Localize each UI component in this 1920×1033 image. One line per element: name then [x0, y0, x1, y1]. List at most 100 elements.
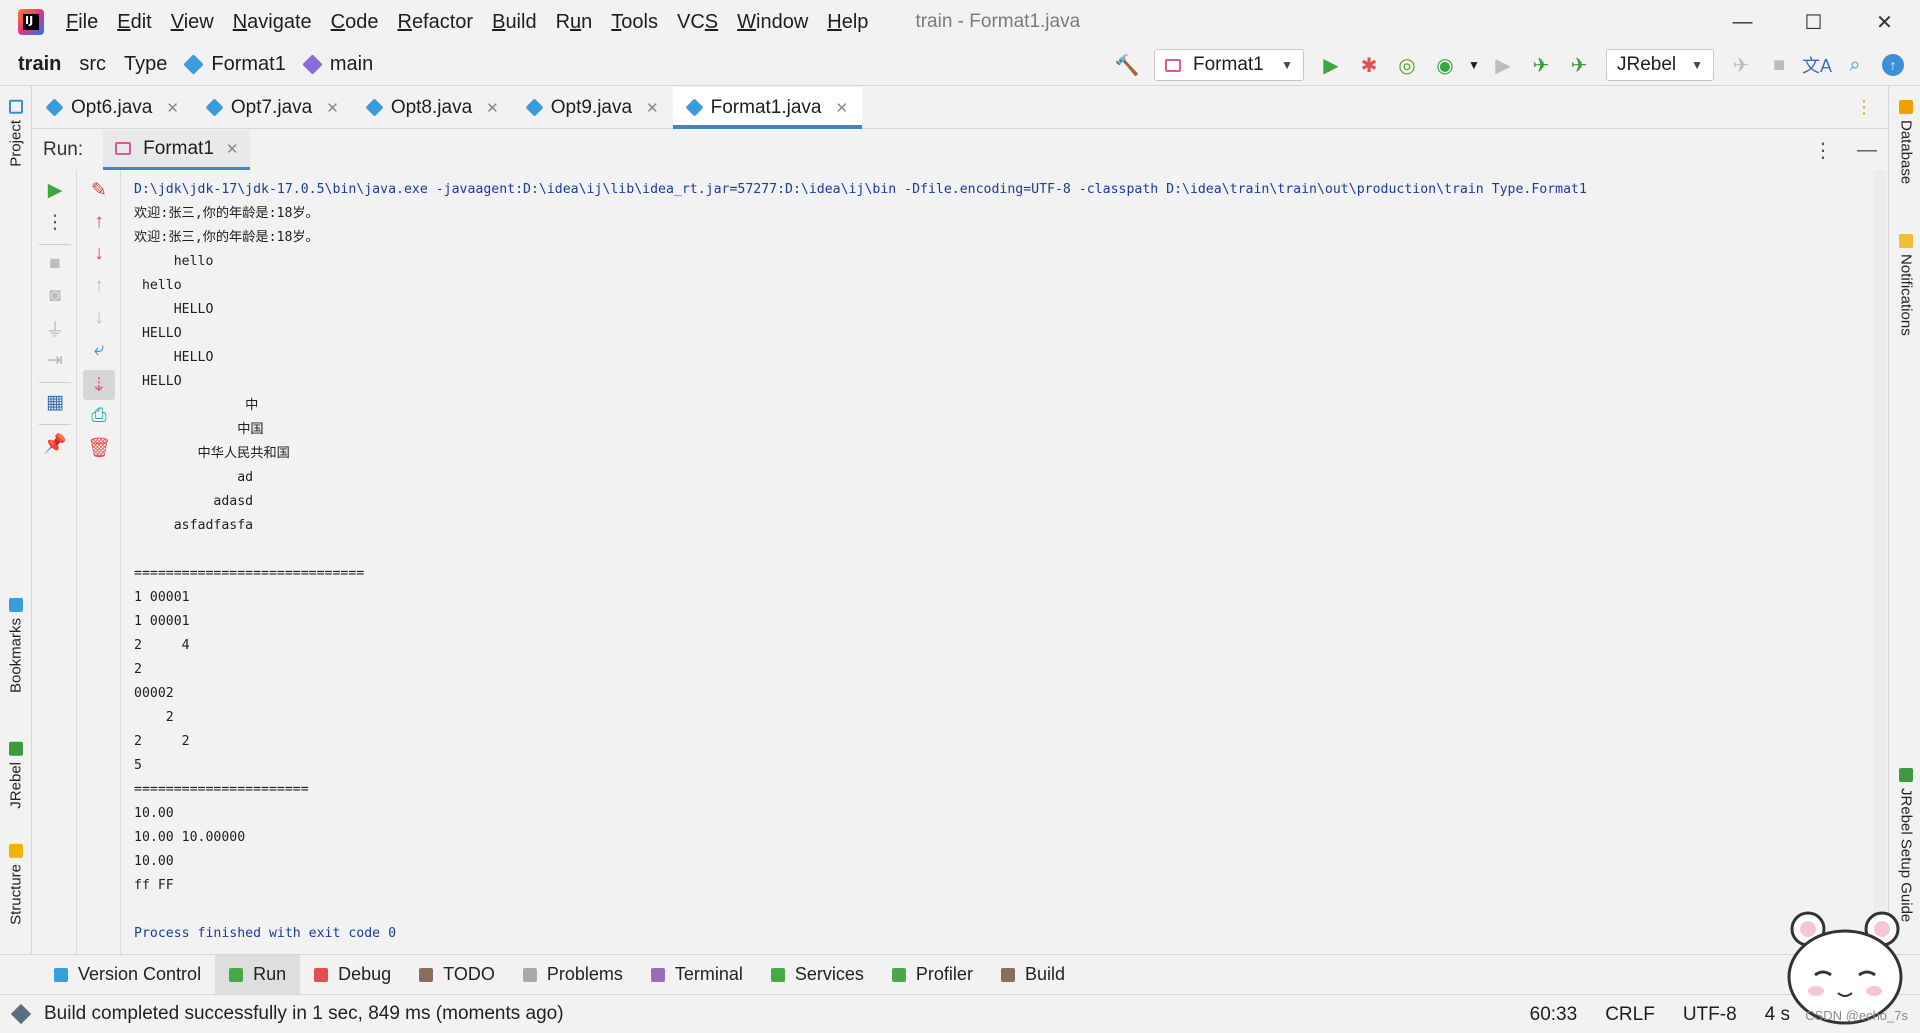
more-options-icon[interactable]: ⋮	[1813, 138, 1833, 163]
console-line: adasd	[134, 494, 254, 509]
more-vertical-icon[interactable]: ⋮	[43, 210, 67, 234]
hide-panel-icon[interactable]: —	[1857, 139, 1877, 162]
close-icon[interactable]: ✕	[646, 99, 659, 117]
editor-tab[interactable]: Opt7.java ✕	[193, 87, 353, 128]
menu-item[interactable]: Tools	[611, 11, 658, 34]
bottom-tab-debug[interactable]: Debug	[300, 955, 405, 995]
console-line: 欢迎:张三,你的年龄是:18岁。	[134, 206, 319, 221]
run-toolbar-console: ✎ ↑ ↓ ↑ ↓ ⤶ ⇣ ⎙ 🗑	[77, 170, 121, 954]
jrebel-select[interactable]: JRebel ▼	[1606, 49, 1714, 81]
jrebel-tool-tab[interactable]: JRebel	[4, 742, 28, 809]
close-icon[interactable]: ✕	[836, 99, 849, 117]
trash-icon[interactable]: 🗑	[87, 436, 111, 460]
method-icon	[302, 54, 323, 75]
breadcrumb-main[interactable]: main	[302, 53, 373, 76]
jrebel-debug-icon[interactable]: ✈	[1560, 49, 1598, 81]
update-icon[interactable]: ↑	[1874, 49, 1912, 81]
breadcrumb-type[interactable]: Type	[124, 53, 167, 76]
menu-mnemonic: W	[737, 10, 757, 33]
jrebel-run-icon[interactable]: ✈	[1522, 49, 1560, 81]
menu-item[interactable]: Window	[737, 11, 808, 34]
layout-icon[interactable]: ▦	[43, 390, 67, 414]
bottom-tab-build[interactable]: Build	[987, 955, 1079, 995]
console-output[interactable]: D:\jdk\jdk-17\jdk-17.0.5\bin\java.exe -j…	[122, 170, 1887, 954]
menu-item[interactable]: View	[171, 11, 214, 34]
tabs-more-icon[interactable]: ⋮	[1855, 97, 1873, 118]
breadcrumb-project[interactable]: train	[18, 53, 61, 76]
more-run-chevron-icon[interactable]: ▼	[1464, 49, 1484, 81]
line-separator[interactable]: CRLF	[1605, 1004, 1655, 1026]
editor-tab[interactable]: Opt6.java ✕	[33, 87, 193, 128]
jrebel-setup-guide-tab[interactable]: JRebel Setup Guide	[1895, 768, 1917, 922]
close-icon[interactable]: ✕	[166, 99, 179, 117]
editor-tab[interactable]: Format1.java ✕	[672, 87, 863, 129]
soft-wrap-icon[interactable]: ⤶	[87, 338, 111, 362]
breadcrumb-format1[interactable]: Format1	[183, 53, 286, 76]
status-icon[interactable]	[10, 1003, 32, 1025]
close-icon[interactable]: ✕	[486, 99, 499, 117]
build-hammer-icon[interactable]: 🔨	[1108, 49, 1146, 81]
menu-text: uild	[505, 10, 537, 33]
menu-item[interactable]: File	[66, 11, 98, 34]
console-line: 欢迎:张三,你的年龄是:18岁。	[134, 230, 319, 245]
profile-icon[interactable]: ◉	[1426, 49, 1464, 81]
bookmarks-tool-tab[interactable]: Bookmarks	[4, 598, 28, 693]
bottom-tab-services[interactable]: Services	[757, 955, 878, 995]
bottom-tab-run[interactable]: Run	[215, 954, 301, 995]
bottom-tab-profiler[interactable]: Profiler	[878, 955, 987, 995]
menu-text: R	[555, 10, 571, 33]
menu-item[interactable]: Refactor	[397, 11, 473, 34]
status-message[interactable]: Build completed successfully in 1 sec, 8…	[44, 1003, 564, 1025]
breadcrumb-src[interactable]: src	[79, 53, 106, 76]
close-icon[interactable]: ✕	[326, 99, 339, 117]
bottom-tab-label: Terminal	[674, 964, 743, 984]
menu-text: efactor	[411, 10, 474, 33]
menu-item[interactable]: Navigate	[233, 11, 312, 34]
jrebel-update-icon: ✈	[1732, 54, 1750, 77]
editor-tab[interactable]: Opt9.java ✕	[513, 87, 673, 128]
close-icon[interactable]: ✕	[226, 140, 239, 158]
bottom-tab-terminal[interactable]: Terminal	[637, 955, 757, 995]
scroll-to-end-icon[interactable]: ⇣	[83, 370, 115, 400]
console-scrollbar[interactable]	[1873, 170, 1887, 954]
close-button[interactable]: ✕	[1849, 0, 1920, 44]
menu-item[interactable]: Build	[492, 11, 536, 34]
minimize-button[interactable]: —	[1707, 0, 1778, 44]
editor-tab[interactable]: Opt8.java ✕	[353, 87, 513, 128]
maximize-button[interactable]: ☐	[1778, 0, 1849, 44]
arrow-up-icon[interactable]: ↑	[87, 210, 111, 234]
bottom-tab-version-control[interactable]: Version Control	[40, 955, 215, 995]
menu-item[interactable]: VCS	[677, 11, 718, 34]
bottom-tab-problems[interactable]: Problems	[509, 955, 637, 995]
console-line: ad	[134, 470, 254, 485]
menu-item[interactable]: Code	[331, 11, 379, 34]
menu-item[interactable]: Run	[556, 11, 593, 34]
file-encoding[interactable]: UTF-8	[1683, 1004, 1737, 1026]
run-tab-format1[interactable]: Format1 ✕	[103, 130, 251, 170]
coverage-icon[interactable]: ◎	[1388, 49, 1426, 81]
caret-position[interactable]: 60:33	[1530, 1004, 1578, 1026]
print-icon[interactable]: ⎙	[87, 404, 111, 428]
search-icon[interactable]: ⌕	[1836, 49, 1874, 81]
intellij-logo-icon[interactable]: IJ	[18, 9, 44, 35]
database-tool-tab[interactable]: Database	[1895, 100, 1917, 184]
database-tool-label: Database	[1897, 120, 1915, 185]
menu-item[interactable]: Help	[827, 11, 868, 34]
debug-icon[interactable]: ✱	[1350, 49, 1388, 81]
title-bar: IJ File Edit View Navigate Code Refactor Build…	[0, 0, 1920, 44]
translate-icon[interactable]: 文A	[1798, 49, 1836, 81]
structure-tool-tab[interactable]: Structure	[4, 844, 28, 925]
run-icon[interactable]: ▶	[1312, 49, 1350, 81]
edit-config-icon[interactable]: ✎	[87, 178, 111, 202]
notifications-tool-tab[interactable]: Notifications	[1895, 234, 1917, 336]
pin-icon[interactable]: 📌	[43, 432, 67, 456]
project-tool-tab[interactable]: Project	[4, 100, 28, 167]
rerun-icon[interactable]: ▶	[43, 178, 67, 202]
menu-text: iew	[183, 10, 214, 33]
bottom-tab-todo[interactable]: TODO	[405, 955, 509, 995]
menu-item[interactable]: Edit	[117, 11, 151, 34]
console-line: 中国	[134, 422, 264, 437]
run-config-select[interactable]: Format1 ▼	[1154, 49, 1304, 81]
arrow-down-icon[interactable]: ↓	[87, 242, 111, 266]
